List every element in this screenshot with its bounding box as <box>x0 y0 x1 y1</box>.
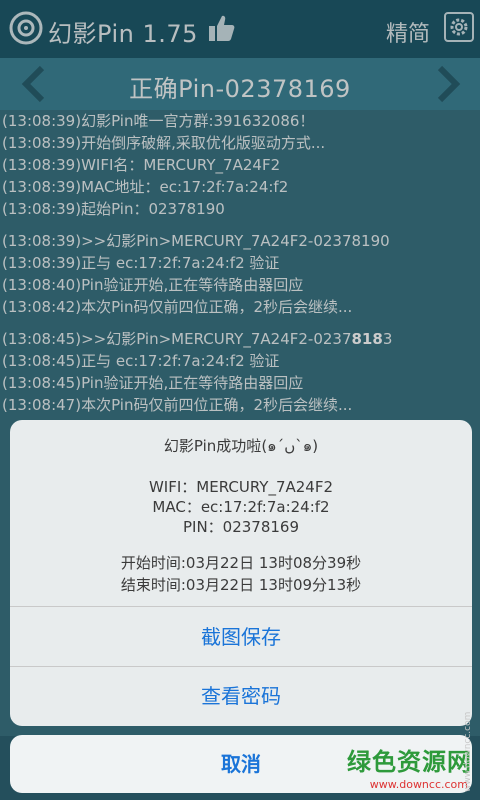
dialog-wifi: WIFI：MERCURY_7A24F2 <box>148 478 334 496</box>
dialog-pin: PIN：02378169 <box>182 518 300 536</box>
watermark-url: www.downcc.com <box>369 778 468 791</box>
dialog-title: 幻影Pin成功啦(๑´ں`๑) <box>163 437 319 455</box>
view-password-button[interactable]: 查看密码 <box>10 666 472 726</box>
watermark-text: 绿色资源网 <box>347 748 472 776</box>
watermark: 绿色资源网 www.downcc.com <box>314 742 478 796</box>
save-screenshot-button[interactable]: 截图保存 <box>10 607 472 667</box>
dialog-mac: MAC：ec:17:2f:7a:24:f2 <box>152 498 330 516</box>
dialog-start-time: 开始时间:03月22日 13时08分39秒 <box>120 554 362 572</box>
dialog-end-time: 结束时间:03月22日 13时09分13秒 <box>120 576 362 594</box>
success-dialog: 幻影Pin成功啦(๑´ں`๑) WIFI：MERCURY_7A24F2 MAC：… <box>10 420 472 726</box>
side-watermark: www.downcc.com <box>463 711 473 792</box>
